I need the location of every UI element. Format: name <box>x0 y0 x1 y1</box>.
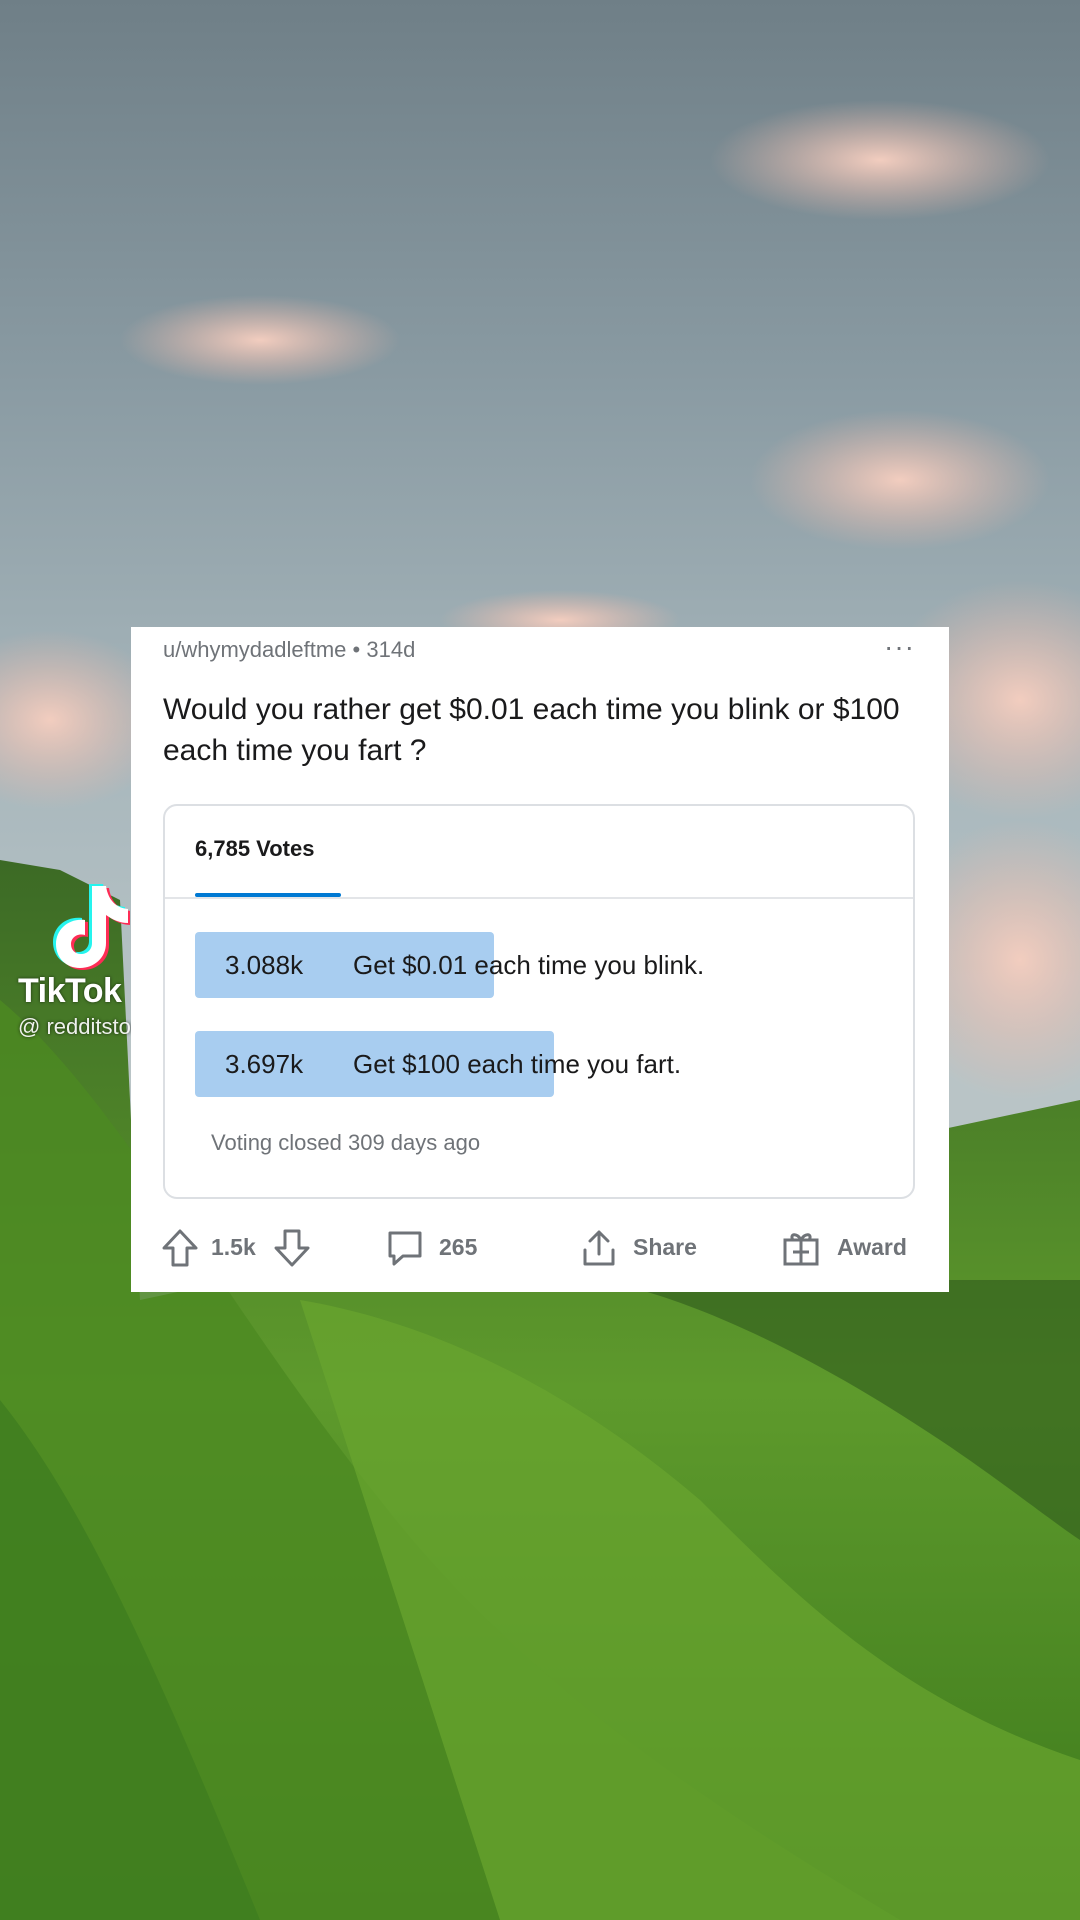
post-action-bar: 1.5k 265 Share Award <box>131 1212 949 1282</box>
author-link[interactable]: u/whymydadleftme <box>163 637 346 662</box>
share-label: Share <box>633 1234 697 1260</box>
comments-button[interactable]: 265 <box>385 1212 515 1282</box>
reddit-post-card: u/whymydadleftme • 314d ··· Would you ra… <box>131 627 949 1292</box>
tiktok-logo-icon <box>46 880 131 970</box>
award-label: Award <box>837 1234 907 1260</box>
poll-option-label: Get $100 each time you fart. <box>353 1049 682 1079</box>
comments-count: 265 <box>439 1234 478 1260</box>
more-options-button[interactable]: ··· <box>884 631 915 663</box>
post-title: Would you rather get $0.01 each time you… <box>163 693 900 767</box>
tab-votes[interactable]: 6,785 Votes <box>195 836 314 862</box>
post-meta: u/whymydadleftme • 314d <box>163 637 415 663</box>
award-gift-icon <box>783 1233 819 1266</box>
tiktok-app-name: TikTok <box>18 972 122 1010</box>
share-icon <box>583 1230 615 1266</box>
meta-separator: • <box>352 637 367 662</box>
upvote-icon[interactable] <box>161 1228 199 1268</box>
poll-option-count: 3.697k <box>225 1049 304 1079</box>
downvote-icon[interactable] <box>273 1228 311 1268</box>
poll-option: 3.088k Get $0.01 each time you blink. <box>195 932 895 998</box>
poll-option: 3.697k Get $100 each time you fart. <box>195 1031 895 1097</box>
poll-status: Voting closed 309 days ago <box>211 1130 481 1155</box>
award-button[interactable]: Award <box>781 1212 931 1282</box>
poll-divider <box>165 897 913 899</box>
poll-option-label: Get $0.01 each time you blink. <box>353 950 705 980</box>
poll-option-count: 3.088k <box>225 950 304 980</box>
vote-group: 1.5k <box>161 1212 311 1282</box>
vote-score: 1.5k <box>211 1234 256 1260</box>
poll-box: 6,785 Votes 3.088k Get $0.01 each time y… <box>163 804 915 1199</box>
post-age: 314d <box>366 637 416 662</box>
share-button[interactable]: Share <box>579 1212 719 1282</box>
comment-icon <box>388 1231 422 1266</box>
